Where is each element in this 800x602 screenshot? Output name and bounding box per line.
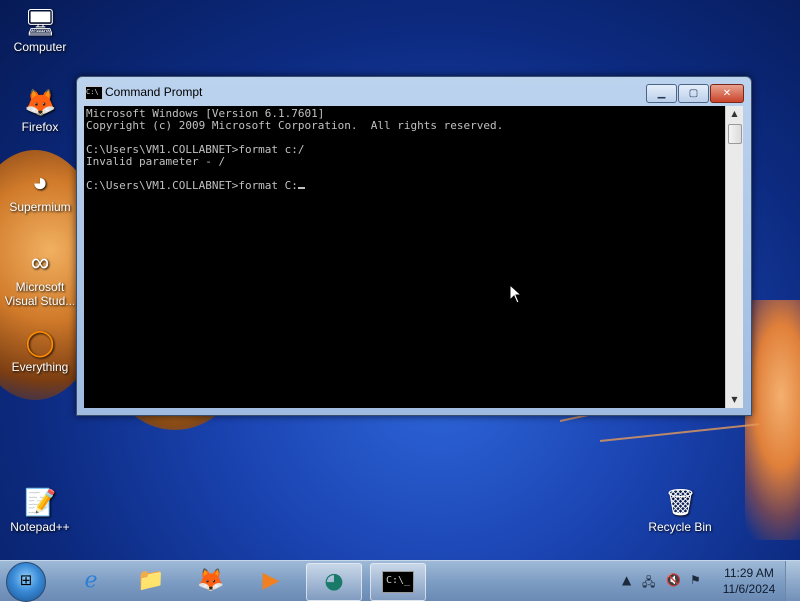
firefox-icon: 🦊 — [197, 568, 225, 593]
cmd-icon: C:\ — [85, 86, 103, 100]
desktop-icon-label: Recycle Bin — [648, 520, 712, 534]
console-line: Invalid parameter - / — [86, 155, 226, 168]
desktop-icon-label: Supermium — [9, 200, 71, 214]
desktop-icon-label: Firefox — [21, 120, 59, 134]
scroll-up-arrow-icon[interactable]: ▲ — [726, 106, 743, 122]
taskbar-supermium[interactable]: ◕ — [306, 563, 362, 601]
console-line: C:\Users\VM1.COLLABNET>format C: — [86, 179, 298, 192]
window-title: Command Prompt — [105, 85, 203, 99]
cmd-icon: C:\_ — [382, 571, 414, 593]
clock-time[interactable]: 11:29 AM — [714, 566, 784, 580]
show-hidden-icons-icon[interactable]: ▲ — [622, 573, 631, 587]
scroll-down-arrow-icon[interactable]: ▼ — [726, 392, 743, 408]
text-cursor — [297, 187, 305, 189]
everything-icon: ◯ — [25, 327, 55, 357]
taskbar: ⊞ ℯ 📁 🦊 ▶ ◕ C:\_ ▲ 🖧 🔇 ⚑ 11:29 AM 11/6/2… — [0, 560, 800, 602]
wallpaper-tentacle — [599, 423, 760, 442]
minimize-button[interactable]: ▁ — [646, 84, 677, 103]
ie-icon: ℯ — [84, 568, 98, 593]
desktop-icon-recycle-bin[interactable]: 🗑 Recycle Bin — [641, 486, 719, 534]
start-button[interactable]: ⊞ — [6, 562, 46, 602]
close-button[interactable]: ✕ — [710, 84, 744, 103]
firefox-icon: 🦊 — [24, 87, 57, 117]
desktop-icon-notepadpp[interactable]: 📝 Notepad++ — [1, 486, 79, 534]
system-tray: ▲ 🖧 🔇 ⚑ 11:29 AM 11/6/2024 — [620, 561, 800, 601]
taskbar-media-player[interactable]: ▶ — [244, 563, 298, 599]
taskbar-command-prompt[interactable]: C:\_ — [370, 563, 426, 601]
desktop-icon-supermium[interactable]: ◕ Supermium — [1, 166, 79, 214]
vertical-scrollbar[interactable]: ▲ ▼ — [725, 106, 743, 408]
supermium-icon: ◕ — [32, 167, 48, 197]
wallpaper-jellyfish-right — [745, 300, 800, 540]
supermium-icon: ◕ — [324, 569, 344, 594]
mouse-pointer-icon — [509, 284, 523, 304]
volume-muted-icon[interactable]: 🔇 — [666, 573, 681, 587]
media-icon: ▶ — [262, 568, 280, 593]
desktop: 🖥 Computer 🦊 Firefox ◕ Supermium ∞ Micro… — [0, 0, 800, 560]
console-output[interactable]: Microsoft Windows [Version 6.1.7601] Cop… — [84, 106, 725, 408]
scroll-thumb[interactable] — [728, 124, 742, 144]
show-desktop-button[interactable] — [785, 561, 800, 601]
recycle-bin-icon: 🗑 — [664, 487, 698, 517]
desktop-icon-label: Computer — [13, 40, 67, 54]
console-line: Copyright (c) 2009 Microsoft Corporation… — [86, 119, 504, 132]
desktop-icon-label: Notepad++ — [10, 520, 70, 534]
taskbar-windows-explorer[interactable]: 📁 — [124, 563, 178, 599]
desktop-icon-visual-studio[interactable]: ∞ Microsoft Visual Stud... — [1, 246, 79, 308]
desktop-icon-label: Microsoft Visual Stud... — [4, 280, 76, 308]
folder-icon: 📁 — [137, 568, 165, 593]
command-prompt-window[interactable]: C:\ Command Prompt ▁ ▢ ✕ Microsoft Windo… — [76, 76, 752, 416]
taskbar-firefox[interactable]: 🦊 — [184, 563, 238, 599]
windows-logo-icon: ⊞ — [19, 571, 33, 589]
taskbar-internet-explorer[interactable]: ℯ — [64, 563, 118, 599]
computer-icon: 🖥 — [24, 7, 58, 37]
notepadpp-icon: 📝 — [24, 487, 57, 517]
desktop-icon-label: Everything — [11, 360, 69, 374]
desktop-icon-firefox[interactable]: 🦊 Firefox — [1, 86, 79, 134]
clock-date[interactable]: 11/6/2024 — [714, 582, 784, 596]
console-text: Microsoft Windows [Version 6.1.7601] Cop… — [84, 106, 725, 194]
action-center-flag-icon[interactable]: ⚑ — [690, 573, 701, 587]
visual-studio-icon: ∞ — [30, 247, 50, 277]
maximize-button[interactable]: ▢ — [678, 84, 709, 103]
network-icon[interactable]: 🖧 — [642, 573, 655, 594]
window-titlebar[interactable]: C:\ Command Prompt ▁ ▢ ✕ — [77, 77, 751, 105]
desktop-icon-computer[interactable]: 🖥 Computer — [1, 6, 79, 54]
desktop-icon-everything[interactable]: ◯ Everything — [1, 326, 79, 374]
